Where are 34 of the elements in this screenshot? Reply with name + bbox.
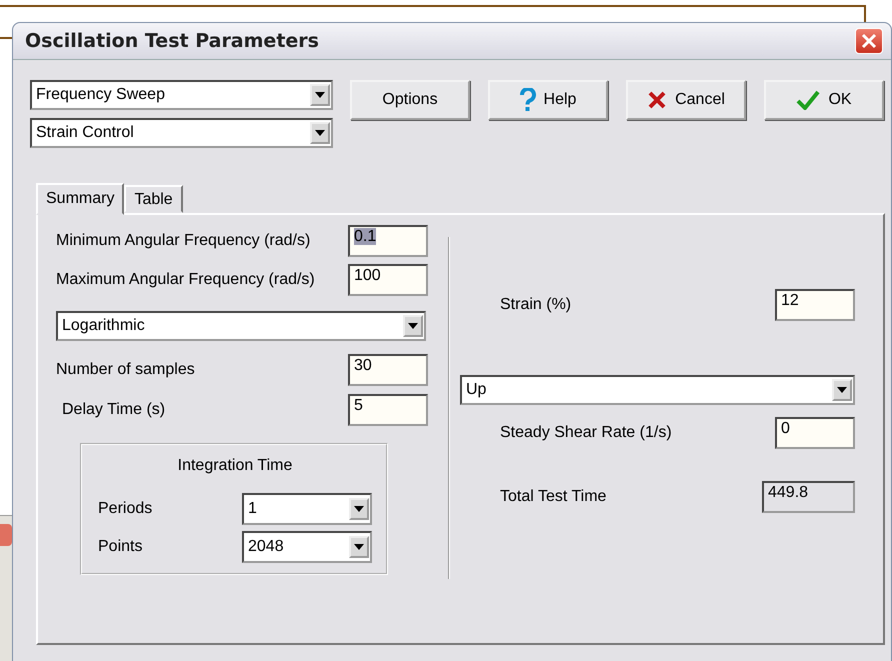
input-field[interactable]: 5 xyxy=(348,394,428,426)
help-button[interactable]: Help xyxy=(488,80,608,120)
field-label: Periods xyxy=(98,500,152,518)
input-field[interactable]: 12 xyxy=(775,289,855,321)
field-label: Delay Time (s) xyxy=(61,400,166,418)
field-label: Points xyxy=(98,538,142,556)
value-dropdown[interactable]: 2048 xyxy=(242,531,372,563)
field-label: Total Test Time xyxy=(500,488,606,506)
ok-button[interactable]: OK xyxy=(764,80,884,120)
tab[interactable]: Table xyxy=(124,185,183,213)
cancel-button[interactable]: Cancel xyxy=(626,80,746,120)
options-button[interactable]: Options xyxy=(350,80,470,120)
input-field[interactable]: 0 xyxy=(775,417,855,449)
field-label: Number of samples xyxy=(56,360,195,378)
field-label: Maximum Angular Frequency (rad/s) xyxy=(56,271,315,289)
help-icon xyxy=(520,88,536,112)
direction-dropdown[interactable]: Up xyxy=(460,375,855,405)
mode-dropdown[interactable]: Strain Control xyxy=(30,118,333,148)
close-button[interactable] xyxy=(855,28,883,54)
cross-icon xyxy=(647,90,668,110)
window-title: Oscillation Test Parameters xyxy=(25,30,319,52)
field-label: Minimum Angular Frequency (rad/s) xyxy=(56,232,310,250)
value-dropdown[interactable]: 1 xyxy=(242,493,372,525)
group-title: Integration Time xyxy=(176,457,294,475)
input-field[interactable]: 30 xyxy=(348,354,428,386)
input-field[interactable]: 100 xyxy=(348,264,428,296)
input-field[interactable]: 0.1 xyxy=(348,225,428,257)
checkmark-icon xyxy=(796,90,820,110)
readout-field: 449.8 xyxy=(762,481,855,513)
tab[interactable]: Summary xyxy=(36,183,124,215)
mode-dropdown[interactable]: Frequency Sweep xyxy=(30,80,333,110)
field-label: Strain (%) xyxy=(500,296,572,314)
scale-dropdown[interactable]: Logarithmic xyxy=(56,311,426,341)
field-label: Steady Shear Rate (1/s) xyxy=(500,424,672,442)
